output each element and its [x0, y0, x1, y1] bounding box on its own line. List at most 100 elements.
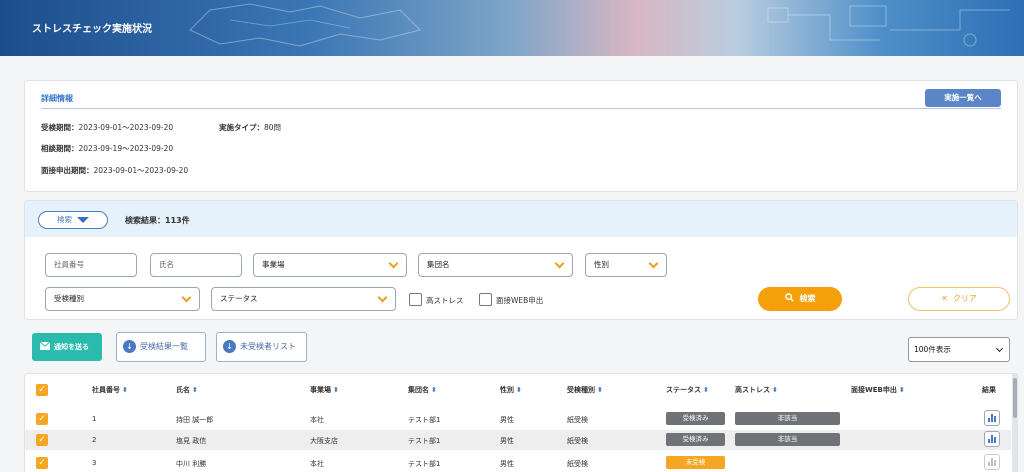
bar-chart-icon [988, 435, 996, 443]
exam-period: 受検期間：2023-09-01～2023-09-20 [41, 123, 174, 132]
sort-icon: ⬍ [516, 386, 522, 394]
group-select[interactable]: 集団名 [418, 253, 573, 277]
search-result-count: 検索結果：113件 [125, 216, 190, 225]
name-input[interactable]: 氏名 [150, 253, 242, 277]
sort-icon: ⬍ [192, 386, 198, 394]
detail-card: 詳細情報 実施一覧へ 受検期間：2023-09-01～2023-09-20 実施… [24, 80, 1018, 192]
status-select[interactable]: ステータス [211, 287, 396, 311]
cell-name: 中川 利勝 [176, 460, 207, 468]
send-notification-button[interactable]: 通知を送る [32, 333, 102, 361]
office-select[interactable]: 事業場 [253, 253, 407, 277]
sort-icon: ⬍ [898, 386, 905, 394]
download-icon: ↓ [223, 340, 236, 353]
cell-group: テスト部1 [408, 460, 441, 468]
result-view-button[interactable] [984, 454, 1000, 470]
table-row [25, 452, 1011, 472]
sort-icon: ⬍ [703, 386, 709, 394]
cell-office: 本社 [310, 416, 324, 424]
download-icon: ↓ [123, 340, 136, 353]
th-web-interview[interactable]: 面接WEB申出 ⬍ [851, 385, 905, 395]
chevron-down-icon [388, 258, 399, 269]
cell-exam-type: 紙受検 [567, 460, 588, 468]
result-view-button[interactable] [984, 410, 1000, 426]
th-status[interactable]: ステータス ⬍ [666, 385, 709, 395]
row-checkbox[interactable]: ✓ [36, 413, 48, 425]
high-stress-label: 高ストレス [426, 296, 464, 305]
sort-icon: ⬍ [431, 386, 437, 394]
circuit-decoration-icon [767, 5, 1010, 47]
search-header: 検索 検索結果：113件 [25, 201, 1017, 237]
go-to-list-button[interactable]: 実施一覧へ [925, 89, 1001, 107]
search-icon [784, 293, 794, 302]
sort-icon: ⬍ [772, 386, 778, 394]
th-employee-no[interactable]: 社員番号 ⬍ [92, 385, 128, 395]
cell-exam-type: 紙受検 [567, 416, 588, 424]
th-name[interactable]: 氏名 ⬍ [176, 385, 198, 395]
select-all-checkbox[interactable]: ✓ [36, 384, 48, 396]
cell-employee-no: 1 [92, 415, 97, 423]
untaken-list-button[interactable]: ↓ 未受検者リスト [216, 332, 307, 362]
per-page-select[interactable]: 100件表示 [908, 337, 1010, 362]
bar-chart-icon [988, 458, 996, 466]
sort-icon: ⬍ [597, 386, 603, 394]
detail-section-title: 詳細情報 [41, 94, 73, 103]
th-result: 結果 [982, 386, 996, 394]
interview-period: 面接申出期間：2023-09-01～2023-09-20 [41, 166, 189, 175]
row-checkbox[interactable]: ✓ [36, 457, 48, 469]
consult-period: 相談期間：2023-09-19～2023-09-20 [41, 144, 174, 153]
cell-employee-no: 3 [92, 459, 97, 467]
employee-no-input[interactable]: 社員番号 [45, 253, 137, 277]
status-badge: 未受検 [666, 456, 725, 469]
cell-gender: 男性 [500, 460, 514, 468]
cell-office: 本社 [310, 460, 324, 468]
cell-group: テスト部1 [408, 416, 441, 424]
th-group[interactable]: 集団名 ⬍ [408, 385, 437, 395]
th-high-stress[interactable]: 高ストレス ⬍ [735, 385, 778, 395]
high-stress-badge: 非該当 [735, 433, 840, 446]
search-toggle-button[interactable]: 検索 [38, 211, 108, 229]
mail-icon [39, 341, 51, 350]
scrollbar-thumb[interactable] [1013, 378, 1017, 418]
results-list-button[interactable]: ↓ 受検結果一覧 [116, 332, 206, 362]
result-view-button[interactable] [984, 431, 1000, 447]
search-button[interactable]: 検索 [758, 287, 842, 311]
page-title: ストレスチェック実施状況 [32, 24, 152, 35]
exam-type-select[interactable]: 受検種別 [45, 287, 200, 311]
status-badge: 受検済み [666, 433, 725, 446]
close-icon: ✕ [941, 294, 948, 303]
cell-name: 持田 誠一郎 [176, 416, 214, 424]
exam-type: 実施タイプ：80問 [219, 123, 282, 132]
table-row [25, 430, 1011, 450]
sort-icon: ⬍ [333, 386, 339, 394]
cell-employee-no: 2 [92, 436, 97, 444]
cell-gender: 男性 [500, 416, 514, 424]
cell-office: 大阪支店 [310, 437, 338, 445]
chevron-down-icon [648, 258, 659, 269]
chevron-down-icon [995, 344, 1004, 353]
th-exam-type[interactable]: 受検種別 ⬍ [567, 385, 603, 395]
sort-icon: ⬍ [122, 386, 128, 394]
th-gender[interactable]: 性別 ⬍ [500, 385, 522, 395]
clear-button[interactable]: ✕ クリア [908, 287, 1010, 311]
gender-select[interactable]: 性別 [585, 253, 667, 277]
web-interview-label: 面接WEB申出 [496, 296, 544, 305]
caret-down-icon [77, 217, 89, 223]
divider [41, 108, 1001, 109]
map-decoration-icon [189, 3, 421, 47]
chevron-down-icon [554, 258, 565, 269]
chevron-down-icon [181, 292, 192, 303]
bar-chart-icon [988, 414, 996, 422]
cell-name: 塩見 政信 [176, 437, 207, 445]
header-banner: ストレスチェック実施状況 [0, 0, 1024, 56]
high-stress-badge: 非該当 [735, 412, 840, 425]
status-badge: 受検済み [666, 412, 725, 425]
cell-group: テスト部1 [408, 437, 441, 445]
table-row [25, 410, 1011, 430]
cell-gender: 男性 [500, 437, 514, 445]
web-interview-checkbox[interactable] [479, 293, 492, 306]
high-stress-checkbox[interactable] [409, 293, 422, 306]
th-office[interactable]: 事業場 ⬍ [310, 385, 339, 395]
row-checkbox[interactable]: ✓ [36, 434, 48, 446]
cell-exam-type: 紙受検 [567, 437, 588, 445]
chevron-down-icon [377, 292, 388, 303]
